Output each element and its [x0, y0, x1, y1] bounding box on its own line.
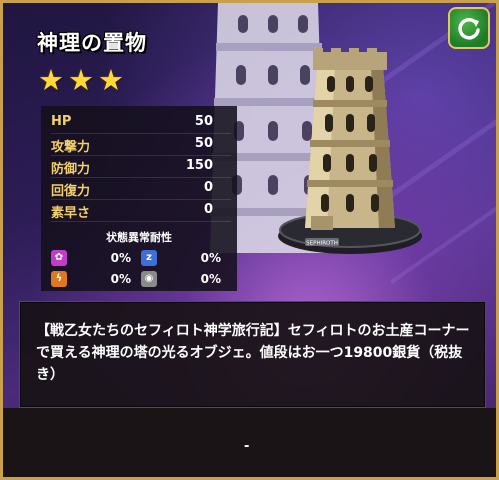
- resistance-value: 0%: [110, 272, 131, 286]
- stat-label: 防御力: [51, 162, 91, 177]
- stat-value: 150: [185, 158, 213, 173]
- star-icon: ★: [98, 63, 124, 97]
- stat-row-hp: HP 50: [51, 112, 231, 134]
- footer-bar: [3, 408, 496, 477]
- resistance-paralysis: ϟ 0%: [51, 270, 131, 288]
- stat-row-speed: 素早さ 0: [51, 200, 231, 222]
- frame-corner-top-left: [3, 3, 26, 26]
- resistance-value: 0%: [200, 251, 221, 265]
- stat-row-defense: 防御力 150: [51, 156, 231, 178]
- star-icon: ★: [68, 63, 94, 97]
- refresh-button[interactable]: [448, 7, 490, 49]
- paralysis-icon: ϟ: [51, 271, 67, 287]
- rarity-stars: ★ ★ ★: [37, 63, 125, 97]
- item-name: 神理の置物: [37, 31, 147, 55]
- stat-row-attack: 攻撃力 50: [51, 134, 231, 156]
- description-box: 【戦乙女たちのセフィロト神学旅行記】セフィロトのお土産コーナーで買える神理の塔の…: [19, 301, 486, 408]
- tower-label-text: SEPHIROTH: [306, 241, 338, 247]
- stat-value: 0: [203, 202, 213, 217]
- resistance-sleep: z 0%: [141, 249, 221, 267]
- resistance-seal: ◉ 0%: [141, 270, 221, 288]
- stat-row-recovery: 回復力 0: [51, 178, 231, 200]
- stats-panel: HP 50 攻撃力 50 防御力 150 回復力 0 素早さ 0 状態異常耐性 …: [41, 106, 237, 291]
- stat-value: 0: [203, 180, 213, 195]
- resistance-title: 状態異常耐性: [106, 231, 172, 244]
- footer-text: -: [244, 439, 250, 454]
- confusion-icon: ✿: [51, 250, 67, 266]
- description-text: 【戦乙女たちのセフィロト神学旅行記】セフィロトのお土産コーナーで買える神理の塔の…: [36, 323, 470, 383]
- item-detail-card: SEPHIROTH 神理の置物 ★ ★ ★ HP 50 攻撃力 50 防御力 1…: [0, 0, 499, 480]
- tower-figurine-image: SEPHIROTH: [278, 48, 422, 254]
- resistance-value: 0%: [110, 251, 131, 265]
- resistance-value: 0%: [200, 272, 221, 286]
- stat-label: 攻撃力: [51, 140, 91, 155]
- sleep-icon: z: [141, 250, 157, 266]
- star-icon: ★: [38, 63, 64, 97]
- resistance-confusion: ✿ 0%: [51, 249, 131, 267]
- stat-label: 回復力: [51, 184, 91, 199]
- seal-icon: ◉: [141, 271, 157, 287]
- refresh-icon: [458, 18, 480, 40]
- stat-value: 50: [194, 136, 213, 151]
- stat-label: 素早さ: [51, 206, 91, 221]
- stat-label: HP: [51, 114, 72, 129]
- stat-value: 50: [194, 114, 213, 129]
